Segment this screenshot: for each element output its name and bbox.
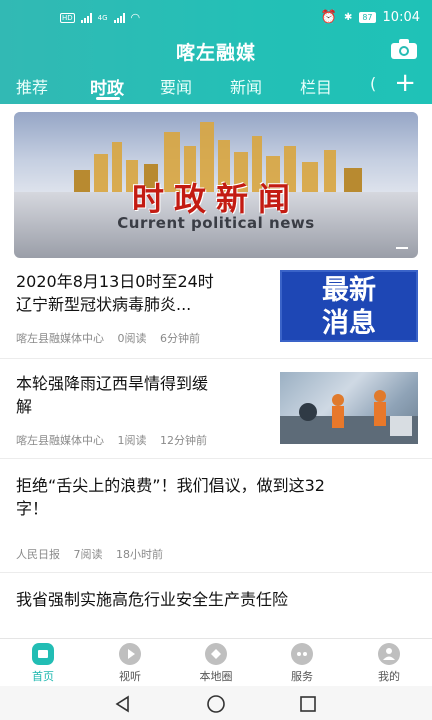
news-thumbnail (280, 372, 418, 444)
news-title: 拒绝“舌尖上的浪费”！我们倡议，做到这32 字！ (16, 474, 416, 520)
tab-headlines[interactable]: 要闻 (160, 74, 192, 98)
signal-icon-2 (113, 12, 125, 23)
thumb-text: 最新 (322, 275, 376, 306)
add-channel-icon[interactable]: + (394, 68, 416, 98)
local-icon (205, 643, 227, 665)
news-item[interactable]: 本轮强降雨辽西旱情得到缓 解 喀左县融媒体中心 1阅读 12分钟前 (0, 358, 432, 459)
nav-local[interactable]: 本地圈 (180, 643, 252, 684)
news-item[interactable]: 2020年8月13日0时至24时 辽宁新型冠状病毒肺炎... 喀左县融媒体中心 … (0, 262, 432, 359)
news-source: 喀左县融媒体中心 (16, 332, 104, 345)
nav-video[interactable]: 视听 (94, 643, 166, 684)
nav-label: 本地圈 (199, 670, 233, 683)
news-title-line: 解 (16, 397, 33, 416)
news-reads: 1阅读 (117, 434, 147, 447)
bottom-navigation: 首页 视听 本地圈 服务 我的 (0, 638, 432, 687)
nav-label: 视听 (119, 670, 141, 683)
status-bar: HD 4G ◠ ⏰ ✱ 87 10:04 (0, 0, 432, 38)
news-item[interactable]: 拒绝“舌尖上的浪费”！我们倡议，做到这32 字！ 人民日报 7阅读 18小时前 (0, 458, 432, 573)
home-icon (32, 643, 54, 665)
news-thumbnail: 最新 消息 (280, 270, 418, 342)
alarm-icon: ⏰ (320, 10, 337, 25)
news-title-line: 本轮强降雨辽西旱情得到缓 (16, 374, 209, 393)
news-title-line: 拒绝“舌尖上的浪费”！我们倡议，做到这32 (16, 476, 325, 495)
news-title: 我省强制实施高危行业安全生产责任险 (16, 590, 289, 609)
signal-icon (80, 12, 92, 23)
news-reads: 7阅读 (73, 548, 103, 561)
system-navigation-bar (0, 686, 432, 720)
recents-icon[interactable] (298, 694, 318, 714)
news-title-line: 辽宁新型冠状病毒肺炎... (16, 295, 192, 314)
news-title: 2020年8月13日0时至24时 辽宁新型冠状病毒肺炎... (16, 270, 214, 316)
tab-news[interactable]: 新闻 (230, 74, 262, 98)
tab-politics[interactable]: 时政 (90, 74, 124, 99)
banner-subtitle: Current political news (117, 214, 315, 232)
play-icon (119, 643, 141, 665)
channel-tabs: 推荐 时政 要闻 新闻 栏目 ( + (0, 68, 432, 100)
news-title: 本轮强降雨辽西旱情得到缓 解 (16, 372, 208, 418)
news-reads: 0阅读 (117, 332, 147, 345)
nav-home[interactable]: 首页 (7, 643, 79, 684)
clock: 10:04 (382, 10, 420, 25)
app-header: HD 4G ◠ ⏰ ✱ 87 10:04 喀左融媒 推荐 时政 要闻 新闻 栏目… (0, 0, 432, 104)
news-meta: 喀左县融媒体中心 1阅读 12分钟前 (16, 432, 217, 448)
nav-label: 我的 (378, 670, 400, 683)
thumb-text: 消息 (322, 308, 376, 339)
news-title-line: 2020年8月13日0时至24时 (16, 272, 214, 291)
active-tab-indicator (96, 97, 120, 100)
nav-label: 首页 (32, 670, 54, 683)
nav-label: 服务 (291, 670, 313, 683)
tab-columns[interactable]: 栏目 (300, 74, 332, 98)
news-source: 喀左县融媒体中心 (16, 434, 104, 447)
news-title-line: 字！ (16, 499, 49, 518)
news-time: 12分钟前 (160, 434, 207, 447)
service-icon (291, 643, 313, 665)
battery-level: 87 (359, 12, 376, 23)
nav-service[interactable]: 服务 (266, 643, 338, 684)
wifi-icon: ◠ (130, 11, 141, 24)
banner-image[interactable]: 时政新闻 Current political news (14, 112, 418, 258)
news-time: 18小时前 (116, 548, 163, 561)
news-source: 人民日报 (16, 548, 60, 561)
back-icon[interactable] (113, 694, 133, 714)
bluetooth-icon: ✱ (343, 12, 353, 23)
profile-icon (378, 643, 400, 665)
tab-recommend[interactable]: 推荐 (16, 74, 48, 98)
network-label: 4G (97, 13, 108, 22)
news-meta: 人民日报 7阅读 18小时前 (16, 546, 173, 562)
home-button-icon[interactable] (205, 694, 227, 714)
news-meta: 喀左县融媒体中心 0阅读 6分钟前 (16, 330, 210, 346)
camera-icon[interactable] (390, 38, 418, 60)
carousel-indicator (396, 247, 408, 249)
news-time: 6分钟前 (160, 332, 200, 345)
tab-partial[interactable]: ( (370, 74, 376, 93)
hd-icon: HD (60, 12, 75, 23)
app-title: 喀左融媒 (175, 42, 256, 64)
nav-profile[interactable]: 我的 (353, 643, 425, 684)
news-item[interactable]: 我省强制实施高危行业安全生产责任险 (0, 572, 432, 632)
